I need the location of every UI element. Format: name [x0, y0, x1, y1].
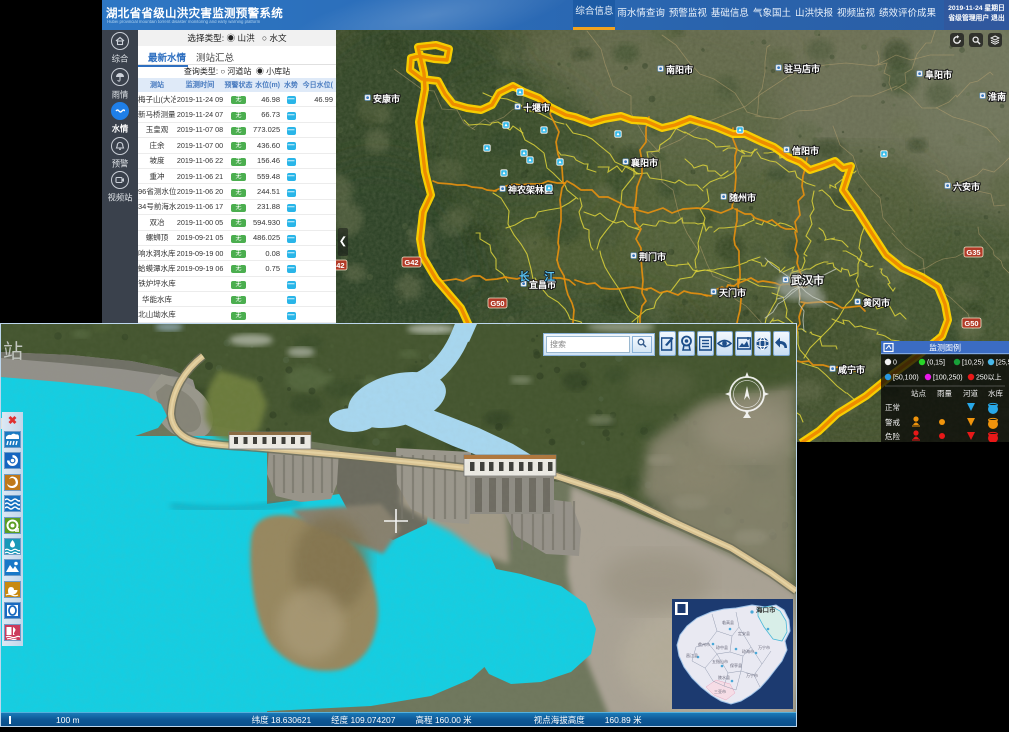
svg-text:G50: G50: [964, 319, 978, 328]
svg-text:[10,25): [10,25): [962, 360, 984, 367]
svg-text:阜阳市: 阜阳市: [925, 69, 952, 80]
svg-text:(0,15]: (0,15]: [927, 360, 945, 367]
svg-text:驻马店市: 驻马店市: [784, 63, 820, 74]
svg-text:250以上: 250以上: [976, 373, 1002, 382]
svg-text:荆门市: 荆门市: [639, 251, 666, 262]
svg-text:雨量: 雨量: [937, 389, 952, 398]
svg-text:站点: 站点: [911, 388, 926, 398]
svg-text:[100,250): [100,250): [933, 375, 963, 382]
svg-text:河道: 河道: [963, 388, 978, 398]
svg-text:0: 0: [893, 360, 897, 367]
svg-text:儋州市: 儋州市: [698, 641, 710, 647]
svg-text:淮南: 淮南: [988, 91, 1006, 102]
svg-text:万宁市: 万宁市: [746, 672, 758, 678]
svg-text:临高县: 临高县: [722, 619, 734, 625]
svg-text:琼中县: 琼中县: [716, 644, 728, 650]
svg-text:黄冈市: 黄冈市: [863, 297, 890, 308]
svg-text:陵水县: 陵水县: [718, 674, 730, 680]
svg-text:南阳市: 南阳市: [666, 64, 693, 75]
svg-text:天门市: 天门市: [719, 287, 746, 298]
svg-text:长 江: 长 江: [519, 270, 561, 283]
svg-text:安康市: 安康市: [373, 93, 400, 104]
svg-text:监测图例: 监测图例: [929, 343, 961, 353]
svg-text:随州市: 随州市: [729, 192, 756, 203]
svg-text:三亚市: 三亚市: [714, 688, 726, 694]
svg-text:正常: 正常: [885, 403, 900, 412]
svg-text:G42: G42: [404, 258, 418, 267]
svg-text:五指山市: 五指山市: [712, 658, 728, 664]
svg-text:[25,50): [25,50): [996, 360, 1009, 367]
svg-text:保亭县: 保亭县: [730, 662, 742, 668]
svg-text:危险: 危险: [885, 431, 900, 441]
svg-text:G50: G50: [490, 299, 504, 308]
svg-text:武汉市: 武汉市: [791, 273, 824, 287]
svg-text:十堰市: 十堰市: [523, 102, 550, 113]
svg-text:万宁市: 万宁市: [758, 644, 770, 650]
svg-text:水库: 水库: [988, 388, 1003, 398]
svg-text:咸宁市: 咸宁市: [838, 364, 865, 375]
svg-text:信阳市: 信阳市: [792, 145, 819, 156]
svg-text:六安市: 六安市: [953, 181, 980, 192]
svg-text:海口市: 海口市: [756, 605, 776, 614]
svg-text:琼海市: 琼海市: [742, 648, 754, 654]
svg-text:[50,100): [50,100): [893, 375, 919, 382]
svg-text:G35: G35: [966, 248, 980, 257]
svg-text:襄阳市: 襄阳市: [630, 157, 658, 168]
svg-text:昌江县: 昌江县: [686, 652, 698, 658]
svg-text:G42: G42: [336, 261, 345, 270]
svg-text:定安县: 定安县: [738, 630, 750, 636]
svg-text:警戒: 警戒: [885, 417, 900, 427]
